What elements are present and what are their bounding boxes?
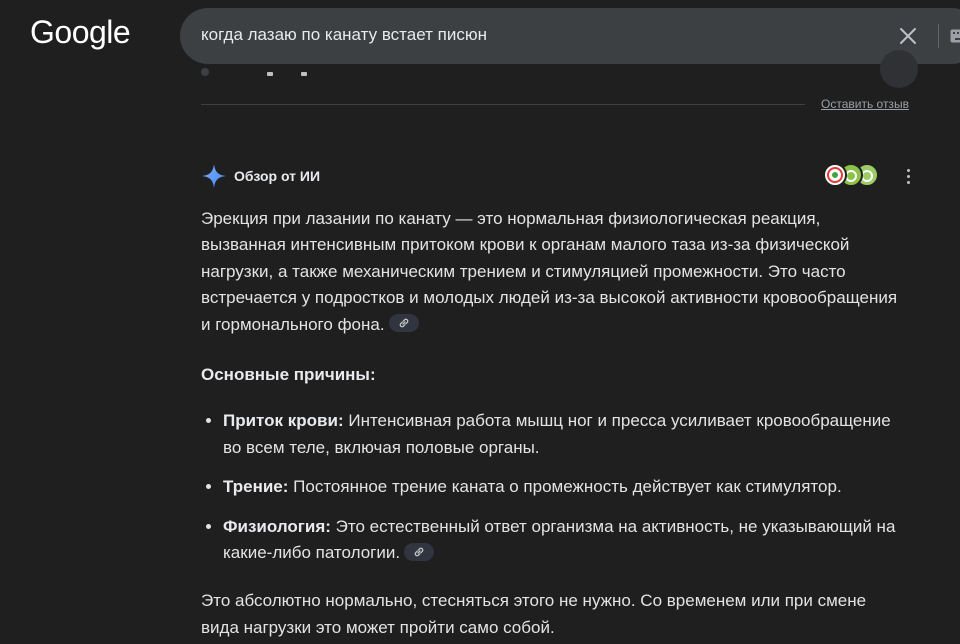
section-divider (201, 104, 805, 105)
search-divider (938, 24, 939, 48)
more-options-button[interactable] (901, 166, 915, 186)
intro-text: Эрекция при лазании по канату — это норм… (201, 209, 898, 334)
list-item: Физиология: Это естественный ответ орган… (223, 514, 901, 567)
closing-paragraph: Это абсолютно нормально, стесняться этог… (201, 591, 867, 637)
clear-search-button[interactable] (896, 24, 920, 48)
source-avatar-1 (823, 163, 847, 187)
keyboard-icon[interactable] (950, 29, 960, 43)
ai-overview-title: Обзор от ИИ (234, 168, 321, 184)
source-link-chip[interactable] (388, 314, 419, 333)
link-icon (414, 547, 424, 556)
source-link-chip[interactable] (404, 542, 435, 561)
reason-term: Физиология: (223, 516, 331, 536)
more-vert-icon (901, 169, 915, 184)
previous-content-remnant (201, 64, 321, 78)
search-bar[interactable] (180, 8, 960, 64)
section-title: Основные причины: (201, 365, 376, 385)
ai-sparkle-icon (202, 164, 226, 188)
intro-paragraph: Эрекция при лазании по канату — это норм… (201, 206, 901, 338)
page: Google Оставить отзыв (0, 0, 960, 644)
list-item: Трение: Постоянное трение каната о проме… (223, 474, 901, 500)
ai-overview-content: Эрекция при лазании по канату — это норм… (201, 206, 901, 641)
reasons-list: Приток крови: Интенсивная работа мышц но… (201, 408, 901, 566)
reason-text: Постоянное трение каната о промежность д… (288, 477, 842, 497)
ai-overview-header: Обзор от ИИ (201, 162, 921, 190)
list-item: Приток крови: Интенсивная работа мышц но… (223, 408, 901, 461)
close-icon (900, 28, 916, 44)
feedback-link[interactable]: Оставить отзыв (821, 97, 909, 111)
reason-term: Приток крови: (223, 411, 344, 431)
source-avatars[interactable] (823, 163, 879, 189)
reason-term: Трение: (223, 477, 289, 497)
link-icon (399, 318, 408, 328)
previous-action-button[interactable] (880, 50, 918, 88)
google-logo[interactable]: Google (30, 14, 131, 51)
search-input[interactable] (201, 25, 801, 45)
